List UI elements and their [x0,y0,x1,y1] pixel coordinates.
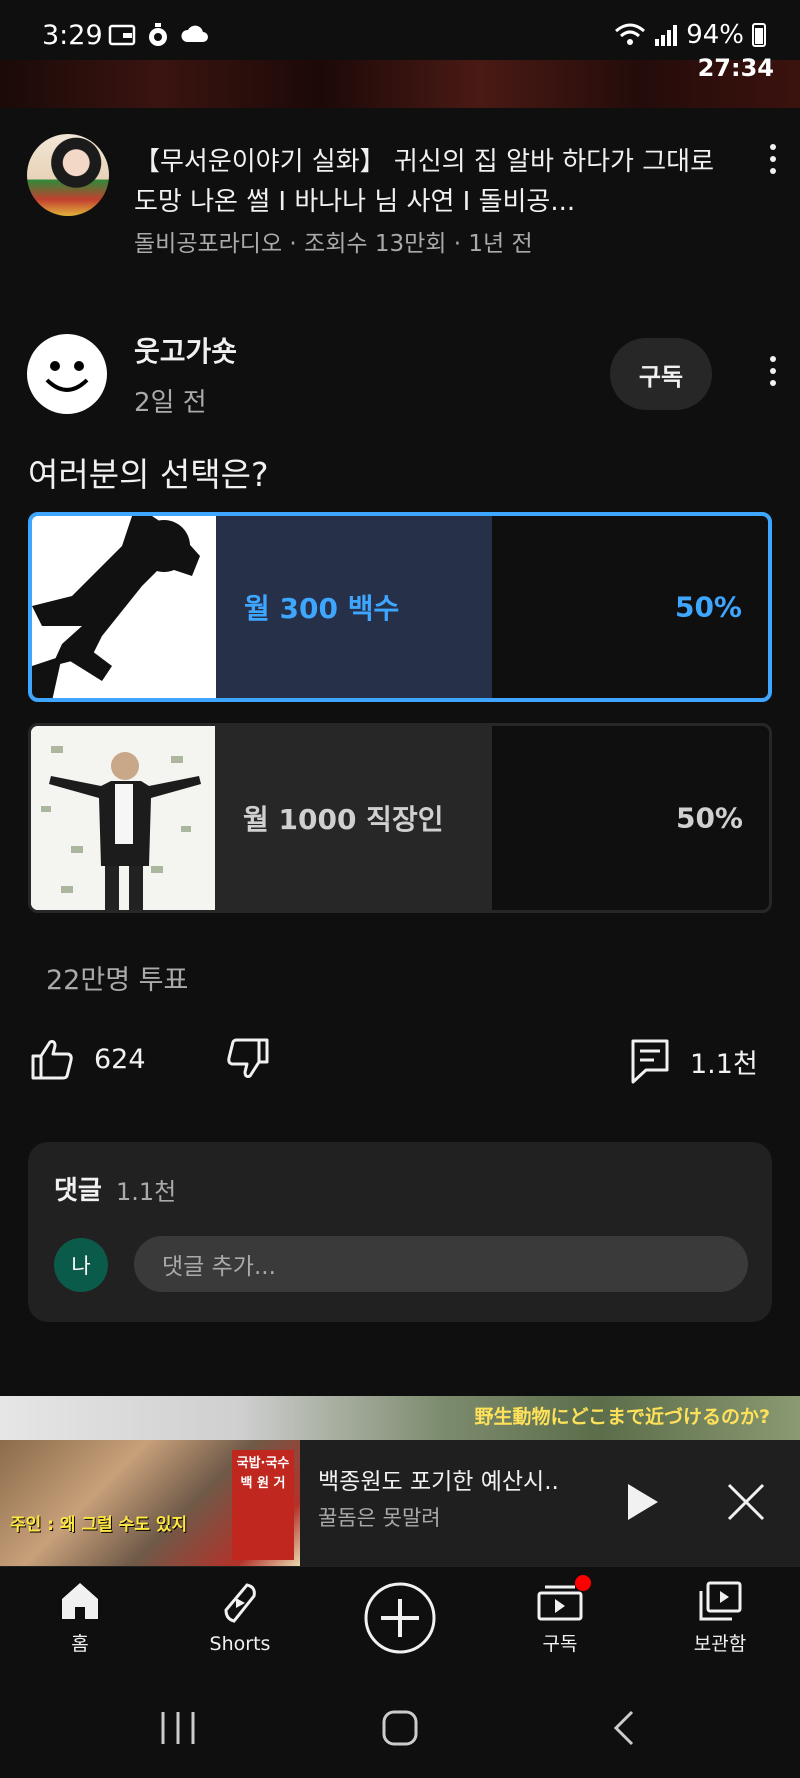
poll-option-1[interactable]: 월 300 백수 50% [28,512,772,702]
status-right: 94% [614,20,766,50]
shorts-icon [224,1583,256,1623]
nav-shorts-label: Shorts [209,1633,271,1655]
poll-option-image [32,516,216,698]
post-time: 2일 전 [134,388,207,418]
poll-option-2[interactable]: 월 1000 직장인 50% [28,723,772,913]
nav-subscriptions[interactable]: 구독 [500,1575,620,1656]
poll-question: 여러분의 선택은? [28,455,269,494]
home-button-icon[interactable] [382,1710,418,1746]
signal-icon [655,25,678,46]
mini-player-caption: 주인 : 왜 그럴 수도 있지 [10,1515,188,1535]
comments-title: 댓글 [54,1176,102,1206]
wallet-icon [108,24,136,46]
my-avatar: 나 [54,1238,108,1292]
back-icon[interactable] [612,1710,636,1746]
post-more-icon[interactable] [770,356,776,386]
video-meta: 돌비공포라디오 · 조회수 13만회 · 1년 전 [134,231,533,257]
timer-icon [149,23,167,46]
action-bar: 624 1.1천 [0,1030,800,1100]
nav-subscriptions-label: 구독 [542,1633,578,1655]
subscribe-button[interactable]: 구독 [610,338,712,410]
video-duration: 27:34 [697,54,774,82]
vote-count: 22만명 투표 [46,965,189,996]
like-count: 624 [94,1043,146,1075]
channel-avatar[interactable] [27,134,109,216]
comment-icon [631,1039,669,1084]
cloud-icon [181,25,208,42]
comment-input[interactable]: 댓글 추가... [134,1236,748,1292]
status-notification-icons [108,22,210,48]
nav-library-label: 보관함 [693,1633,747,1655]
mini-player-thumbnail[interactable]: 주인 : 왜 그럴 수도 있지 국밥·국수 백 원 거 [0,1440,300,1566]
nav-home[interactable]: 홈 [20,1581,140,1656]
system-nav-bar [0,1678,800,1778]
comments-section[interactable]: 댓글 1.1천 나 댓글 추가... [28,1142,772,1322]
thumbs-up-icon [31,1040,73,1080]
status-bar: 3:29 94% [0,0,800,60]
mini-player[interactable]: 주인 : 왜 그럴 수도 있지 국밥·국수 백 원 거 백종원도 포기한 예산시… [0,1440,800,1566]
home-icon [62,1583,98,1619]
comments-button[interactable]: 1.1천 [630,1038,758,1084]
poll-option-percent: 50% [675,801,743,835]
poll-option-percent: 50% [674,590,742,624]
nav-shorts[interactable]: Shorts [180,1581,300,1655]
create-button[interactable] [340,1581,460,1659]
post-header: 웃고가숏 2일 전 구독 [0,330,800,430]
close-icon[interactable] [726,1482,766,1522]
library-icon [699,1581,742,1621]
author-avatar[interactable] [27,334,107,414]
video-more-icon[interactable] [770,144,776,174]
add-icon [364,1582,436,1654]
battery-icon [752,23,766,47]
thumbs-down-icon [227,1038,269,1078]
video-title[interactable]: 【무서운이야기 실화】 귀신의 집 알바 하다가 그대로 도망 나온 썰 I 바… [134,142,734,222]
like-button[interactable]: 624 [30,1038,146,1080]
nav-home-label: 홈 [71,1633,89,1655]
comments-count: 1.1천 [116,1178,177,1206]
mini-player-badge: 국밥·국수 백 원 거 [232,1450,294,1560]
recent-apps-icon[interactable] [160,1712,196,1744]
background-thumbnail-caption: 野生動物にどこまで近づけるのか? [474,1406,770,1428]
nav-library[interactable]: 보관함 [660,1581,780,1656]
status-time: 3:29 [42,20,103,51]
poll-option-image [31,726,215,910]
dislike-button[interactable] [226,1038,270,1080]
notification-dot [575,1575,591,1591]
wifi-icon [615,23,646,45]
battery-percent: 94% [686,20,744,50]
smiley-icon [45,361,89,392]
bottom-nav: 홈 Shorts 구독 보관함 [0,1566,800,1678]
poll-option-label: 월 300 백수 [244,592,400,625]
play-icon[interactable] [624,1482,660,1522]
poll-option-label: 월 1000 직장인 [243,803,444,836]
post-author[interactable]: 웃고가숏 [134,330,237,370]
video-item[interactable]: 【무서운이야기 실화】 귀신의 집 알바 하다가 그대로 도망 나온 썰 I 바… [0,130,800,260]
mini-player-title[interactable]: 백종원도 포기한 예산시.. [318,1462,559,1496]
comment-count: 1.1천 [690,1048,758,1080]
video-thumbnail-strip[interactable] [0,60,800,108]
mini-player-channel: 꿀돔은 못말려 [318,1506,441,1530]
